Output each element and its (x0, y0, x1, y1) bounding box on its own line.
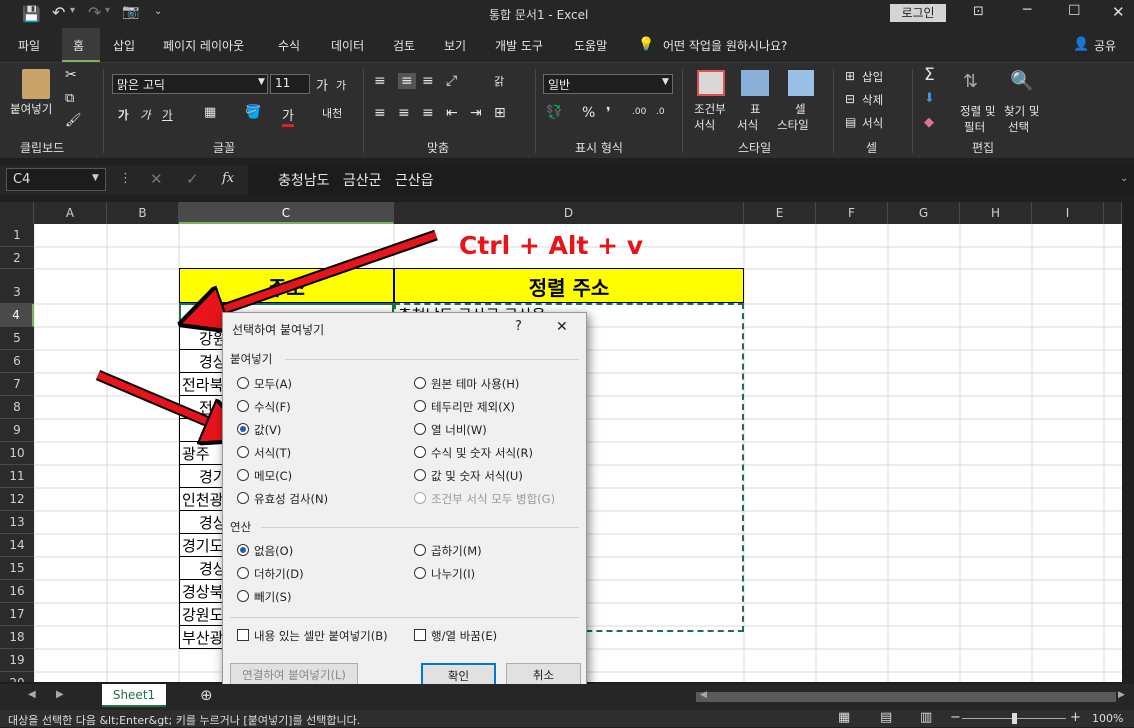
help-icon[interactable]: ? (515, 319, 522, 334)
radio-label-dialog-op_left-2: 빼기(S) (254, 590, 292, 604)
scroll-right-icon[interactable]: ▶ (56, 689, 64, 700)
zoom-in-icon[interactable]: + (1070, 710, 1081, 725)
dialog-close-icon[interactable]: ✕ (556, 319, 568, 335)
hscroll-left-icon[interactable]: ◀ (700, 690, 707, 700)
skip-blanks-checkbox[interactable] (237, 629, 249, 641)
radio-label-dialog-paste_left-1: 수식(F) (254, 400, 291, 414)
radio-label-dialog-paste_right-2: 열 너비(W) (431, 423, 487, 437)
radio-dialog-paste_left-0[interactable] (237, 377, 249, 389)
zoom-level[interactable]: 100% (1092, 712, 1123, 725)
zoom-slider-thumb[interactable] (1012, 713, 1017, 724)
radio-dialog-paste_right-3[interactable] (414, 446, 426, 458)
status-message: 대상을 선택한 다음 &lt;Enter&gt; 키를 누르거나 [붙여넣기]를… (8, 714, 361, 727)
status-bar: 대상을 선택한 다음 &lt;Enter&gt; 키를 누르거나 [붙여넣기]를… (0, 710, 1134, 727)
transpose-label: 행/열 바꿈(E) (431, 629, 498, 643)
radio-label-dialog-paste_right-3: 수식 및 숫자 서식(R) (431, 446, 533, 460)
radio-dialog-op_left-2[interactable] (237, 590, 249, 602)
skip-blanks-label: 내용 있는 셀만 붙여넣기(B) (254, 629, 388, 643)
radio-label-dialog-paste_left-3: 서식(T) (254, 446, 292, 460)
arrow-to-values (96, 371, 232, 432)
radio-dialog-paste_right-4[interactable] (414, 469, 426, 481)
radio-dialog-op_right-1[interactable] (414, 567, 426, 579)
radio-dialog-paste_left-4[interactable] (237, 469, 249, 481)
radio-dialog-op_left-0[interactable] (237, 544, 249, 556)
dialog-title: 선택하여 붙여넣기 (232, 323, 325, 337)
radio-dialog-paste_left-1[interactable] (237, 400, 249, 412)
normal-view-icon[interactable]: ▦ (838, 710, 850, 725)
section-paste: 붙여넣기 (230, 352, 273, 366)
radio-label-dialog-paste_left-2: 값(V) (254, 423, 282, 437)
sheet-tab-sheet1[interactable]: Sheet1 (102, 684, 166, 707)
radio-label-dialog-paste_right-0: 원본 테마 사용(H) (431, 377, 520, 391)
page-layout-icon[interactable]: ▤ (880, 710, 892, 725)
radio-dialog-paste_left-3[interactable] (237, 446, 249, 458)
radio-label-dialog-op_left-0: 없음(O) (254, 544, 294, 558)
section-divider (230, 617, 579, 618)
transpose-checkbox[interactable] (414, 629, 426, 641)
sheet-tab-bar: ◀ ▶ Sheet1 ⊕ ◀ ▶ (0, 684, 1134, 710)
section-operation: 연산 (230, 520, 252, 534)
radio-label-dialog-op_right-1: 나누기(I) (431, 567, 476, 581)
add-sheet-icon[interactable]: ⊕ (200, 686, 213, 704)
section-divider (285, 359, 579, 360)
radio-dialog-paste_right-1[interactable] (414, 400, 426, 412)
horizontal-scrollbar[interactable] (696, 692, 1116, 702)
radio-dialog-paste_right-5[interactable] (414, 492, 426, 504)
radio-dialog-op_right-0[interactable] (414, 544, 426, 556)
radio-label-dialog-op_left-1: 더하기(D) (254, 567, 304, 581)
radio-label-dialog-op_right-0: 곱하기(M) (431, 544, 482, 558)
radio-label-dialog-paste_left-4: 메모(C) (254, 469, 293, 483)
shortcut-annotation: Ctrl + Alt + v (459, 231, 644, 260)
radio-label-dialog-paste_left-0: 모두(A) (254, 377, 292, 391)
arrow-to-c4 (198, 231, 438, 318)
radio-dialog-op_left-1[interactable] (237, 567, 249, 579)
zoom-out-icon[interactable]: − (950, 710, 961, 725)
radio-label-dialog-paste_right-1: 테두리만 제외(X) (431, 400, 515, 414)
radio-label-dialog-paste_left-5: 유효성 검사(N) (254, 492, 329, 506)
scroll-left-icon[interactable]: ◀ (28, 689, 36, 700)
page-break-icon[interactable]: ▥ (920, 710, 932, 725)
radio-dialog-paste_left-2[interactable] (237, 423, 249, 435)
radio-label-dialog-paste_right-4: 값 및 숫자 서식(U) (431, 469, 523, 483)
radio-dialog-paste_left-5[interactable] (237, 492, 249, 504)
section-divider (261, 527, 579, 528)
hscroll-right-icon[interactable]: ▶ (1118, 690, 1125, 700)
radio-dialog-paste_right-0[interactable] (414, 377, 426, 389)
radio-label-dialog-paste_right-5: 조건부 서식 모두 병합(G) (431, 492, 556, 506)
radio-dialog-paste_right-2[interactable] (414, 423, 426, 435)
paste-special-dialog: 선택하여 붙여넣기 ? ✕ 붙여넣기 모두(A) 수식(F) 값(V) 서식(T) 메모… (222, 312, 587, 696)
